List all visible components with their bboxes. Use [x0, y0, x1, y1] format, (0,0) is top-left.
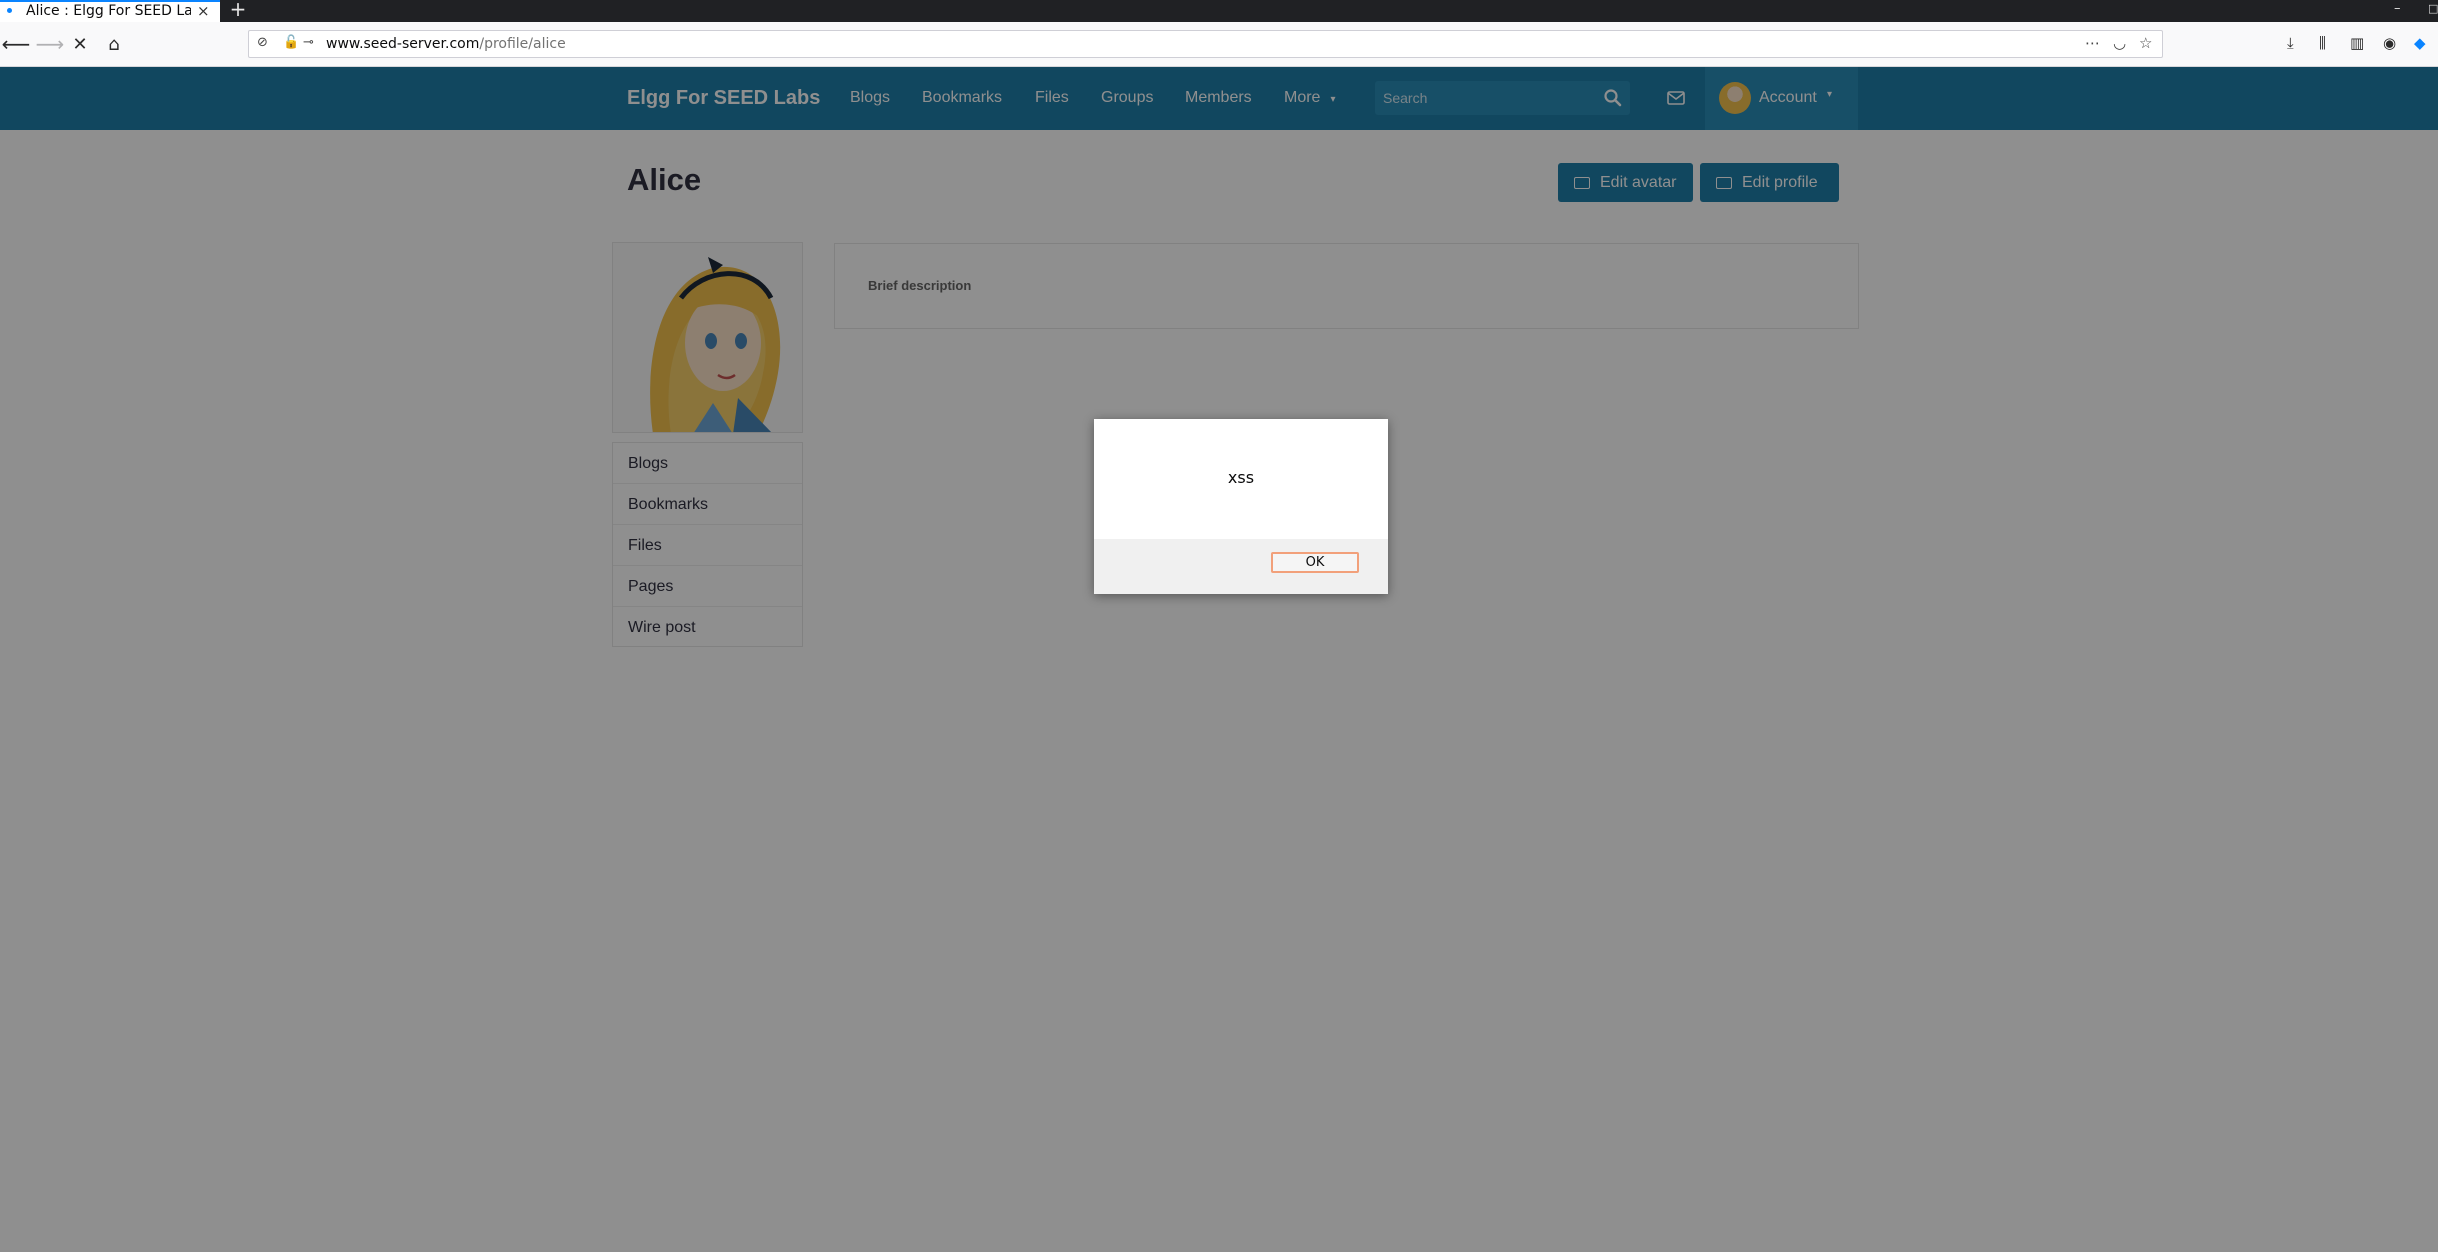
downloads-icon[interactable]: ⤓ [2287, 34, 2294, 52]
account-icon[interactable]: ◉ [2383, 34, 2396, 52]
permissions-key-icon[interactable]: ⊸ [303, 35, 314, 50]
library-icon[interactable]: ⫼ [2319, 34, 2326, 52]
tab-close-icon[interactable]: × [197, 3, 210, 19]
insecure-connection-icon[interactable]: 🔓 [283, 35, 299, 50]
tracking-protection-icon[interactable]: ⊘ [257, 35, 268, 50]
extension-icon[interactable]: ◆ [2414, 34, 2426, 52]
tab-title: Alice : Elgg For SEED Labs [26, 3, 191, 19]
window-maximize-icon[interactable]: □ [2428, 0, 2438, 18]
home-icon[interactable]: ⌂ [100, 30, 128, 58]
back-icon[interactable]: ⟵ [2, 30, 31, 58]
page-actions-icon[interactable]: ⋯ [2085, 34, 2100, 52]
alert-footer: OK [1094, 539, 1388, 594]
modal-overlay [0, 67, 2438, 1252]
url-text[interactable]: www.seed-server.com/profile/alice [326, 35, 566, 53]
alert-message: xss [1227, 468, 1255, 487]
url-path: /profile/alice [479, 36, 566, 52]
browser-tab-bar: Alice : Elgg For SEED Labs × + – □ [0, 0, 2438, 22]
url-bar[interactable]: ⊘ 🔓 ⊸ www.seed-server.com/profile/alice … [248, 30, 2163, 58]
browser-nav-bar: ⟵ ⟶ ✕ ⌂ ⊘ 🔓 ⊸ www.seed-server.com/profil… [0, 22, 2438, 67]
tab-favicon-icon [7, 8, 12, 13]
alert-dialog: xss OK [1094, 419, 1388, 594]
url-host: www.seed-server.com [326, 36, 480, 52]
forward-icon[interactable]: ⟶ [36, 30, 65, 58]
browser-tab[interactable]: Alice : Elgg For SEED Labs × [0, 0, 220, 22]
sidebar-icon[interactable]: ▥ [2350, 34, 2364, 52]
bookmark-star-icon[interactable]: ☆ [2139, 34, 2152, 52]
new-tab-button[interactable]: + [228, 0, 248, 20]
pocket-icon[interactable]: ◡ [2113, 34, 2126, 52]
stop-loading-icon[interactable]: ✕ [66, 30, 94, 58]
window-minimize-icon[interactable]: – [2394, 0, 2401, 18]
ok-button[interactable]: OK [1271, 552, 1359, 573]
